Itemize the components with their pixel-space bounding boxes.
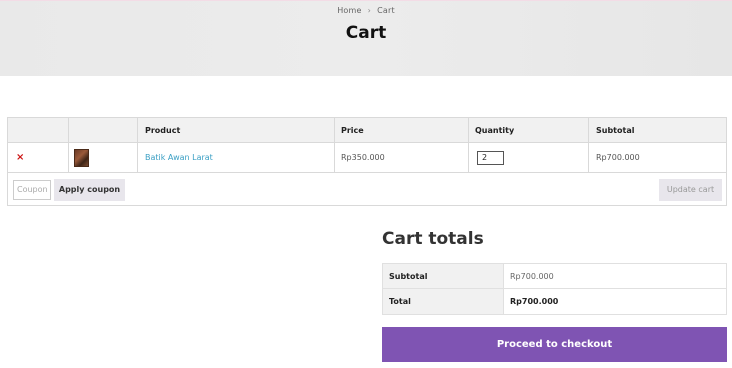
total-value: Rp700.000 bbox=[510, 297, 559, 306]
page-title: Cart bbox=[345, 23, 387, 43]
page-header-banner: Home › Cart Cart bbox=[0, 0, 732, 76]
breadcrumb-current: Cart bbox=[377, 6, 395, 15]
header-quantity: Quantity bbox=[475, 126, 515, 135]
total-label: Total bbox=[383, 289, 504, 314]
proceed-to-checkout-button[interactable]: Proceed to checkout bbox=[382, 327, 727, 362]
remove-item-icon[interactable]: × bbox=[16, 143, 24, 173]
product-name-link[interactable]: Batik Awan Larat bbox=[145, 143, 213, 173]
product-thumbnail[interactable] bbox=[74, 149, 89, 167]
cart-table: Product Price Quantity Subtotal × Batik … bbox=[7, 117, 727, 206]
header-price: Price bbox=[341, 126, 364, 135]
quantity-input[interactable]: 2 bbox=[477, 151, 504, 165]
product-subtotal: Rp700.000 bbox=[596, 153, 640, 162]
cart-totals-table: Subtotal Rp700.000 Total Rp700.000 bbox=[382, 263, 727, 315]
breadcrumb: Home › Cart bbox=[0, 6, 732, 15]
subtotal-label: Subtotal bbox=[383, 264, 504, 288]
coupon-input[interactable]: Coupon bbox=[13, 180, 51, 200]
total-row: Total Rp700.000 bbox=[383, 289, 726, 314]
apply-coupon-button[interactable]: Apply coupon bbox=[54, 179, 125, 201]
header-subtotal: Subtotal bbox=[596, 126, 635, 135]
subtotal-row: Subtotal Rp700.000 bbox=[383, 264, 726, 289]
breadcrumb-separator: › bbox=[367, 6, 372, 15]
subtotal-value: Rp700.000 bbox=[510, 272, 554, 281]
breadcrumb-home-link[interactable]: Home bbox=[337, 6, 361, 15]
header-product: Product bbox=[145, 126, 181, 135]
cart-totals-heading: Cart totals bbox=[382, 229, 484, 249]
table-row: × Batik Awan Larat Rp350.000 2 Rp700.000 bbox=[8, 143, 726, 173]
table-header-row: Product Price Quantity Subtotal bbox=[8, 118, 726, 143]
update-cart-button[interactable]: Update cart bbox=[659, 179, 722, 201]
product-price: Rp350.000 bbox=[341, 153, 385, 162]
